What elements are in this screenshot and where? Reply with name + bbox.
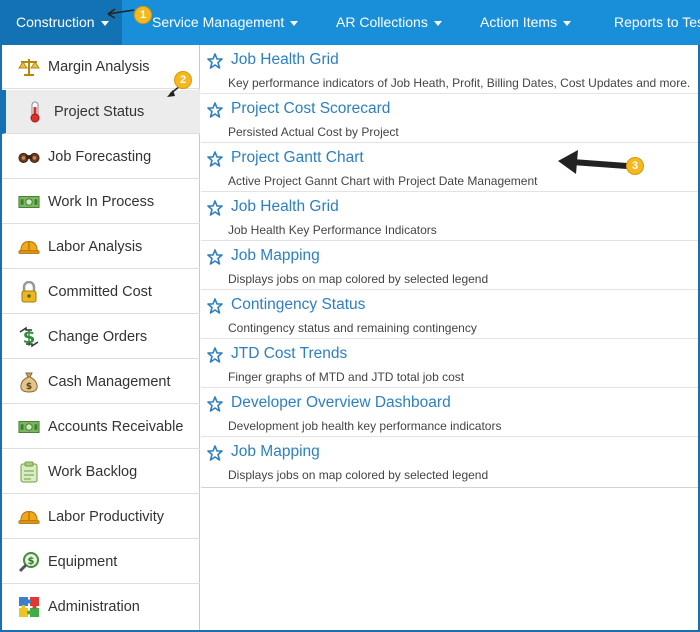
binoculars-icon [18, 146, 40, 168]
nav-ar-collections[interactable]: AR Collections [336, 0, 442, 45]
dollar-arrows-icon: $ [18, 326, 40, 348]
svg-text:$: $ [28, 556, 35, 567]
report-row[interactable]: JTD Cost Trends Finger graphs of MTD and… [201, 339, 698, 388]
star-icon[interactable] [207, 298, 223, 314]
sidebar-item-administration[interactable]: Administration [2, 585, 200, 629]
nav-reports-to-tes[interactable]: Reports to Tes [614, 0, 700, 45]
sidebar-item-label: Project Status [54, 103, 145, 120]
report-row[interactable]: Contingency Status Contingency status an… [201, 290, 698, 339]
nav-label: Construction [16, 14, 95, 30]
star-icon[interactable] [207, 249, 223, 265]
sidebar-item-change-orders[interactable]: $ Change Orders [2, 315, 200, 359]
report-title[interactable]: Contingency Status [231, 296, 365, 314]
report-title[interactable]: Developer Overview Dashboard [231, 394, 451, 412]
report-row[interactable]: Project Cost Scorecard Persisted Actual … [201, 94, 698, 143]
star-icon[interactable] [207, 151, 223, 167]
money-icon [18, 191, 40, 213]
sidebar-item-labor-productivity[interactable]: Labor Productivity [2, 495, 200, 539]
report-description: Displays jobs on map colored by selected… [228, 272, 489, 286]
report-description: Job Health Key Performance Indicators [228, 223, 437, 237]
sidebar-item-work-in-process[interactable]: Work In Process [2, 180, 200, 224]
money-icon [18, 416, 40, 438]
thermometer-icon [24, 101, 46, 123]
report-description: Development job health key performance i… [228, 419, 502, 433]
callout-badge: 3 [626, 157, 644, 175]
hardhat-icon [18, 506, 40, 528]
report-title[interactable]: Job Health Grid [231, 51, 339, 69]
top-navigation: Construction Service Management AR Colle… [0, 0, 700, 45]
scales-icon [18, 56, 40, 78]
callout-badge: 1 [134, 6, 152, 24]
report-title[interactable]: Job Health Grid [231, 198, 339, 216]
clipboard-icon [18, 461, 40, 483]
puzzle-icon [18, 596, 40, 618]
report-row[interactable]: Job Health Grid Job Health Key Performan… [201, 192, 698, 241]
sidebar-item-project-status[interactable]: Project Status [2, 90, 200, 134]
sidebar-item-equipment[interactable]: $ Equipment [2, 540, 200, 584]
magnifier-dollar-icon: $ [18, 551, 40, 573]
report-row[interactable]: Developer Overview Dashboard Development… [201, 388, 698, 437]
star-icon[interactable] [207, 200, 223, 216]
nav-label: Reports to Tes [614, 14, 700, 30]
report-row[interactable]: Project Gantt Chart Active Project Gannt… [201, 143, 698, 192]
sidebar-item-label: Change Orders [48, 328, 148, 345]
star-icon[interactable] [207, 53, 223, 69]
money-bag-icon: $ [18, 371, 40, 393]
nav-construction[interactable]: Construction [0, 0, 122, 45]
sidebar-item-label: Job Forecasting [48, 148, 152, 165]
sidebar-item-committed-cost[interactable]: Committed Cost [2, 270, 200, 314]
hardhat-icon [18, 236, 40, 258]
report-row[interactable]: Job Mapping Displays jobs on map colored… [201, 437, 698, 486]
star-icon[interactable] [207, 445, 223, 461]
nav-action-items[interactable]: Action Items [480, 0, 572, 45]
sidebar-item-job-forecasting[interactable]: Job Forecasting [2, 135, 200, 179]
sidebar-item-label: Margin Analysis [48, 58, 150, 75]
report-title[interactable]: Job Mapping [231, 443, 320, 461]
report-description: Contingency status and remaining conting… [228, 321, 477, 335]
report-description: Active Project Gannt Chart with Project … [228, 174, 538, 188]
sidebar-item-label: Accounts Receivable [48, 418, 184, 435]
sidebar-item-label: Work Backlog [48, 463, 138, 480]
caret-down-icon [563, 20, 572, 26]
sidebar-item-work-backlog[interactable]: Work Backlog [2, 450, 200, 494]
report-row[interactable]: Job Mapping Displays jobs on map colored… [201, 241, 698, 290]
sidebar-item-margin-analysis[interactable]: Margin Analysis [2, 45, 200, 89]
report-title[interactable]: Job Mapping [231, 247, 320, 265]
report-row[interactable]: Job Health Grid Key performance indicato… [201, 45, 698, 94]
caret-down-icon [290, 20, 299, 26]
sidebar-item-accounts-receivable[interactable]: Accounts Receivable [2, 405, 200, 449]
sidebar-item-label: Work In Process [48, 193, 155, 210]
sidebar-item-label: Cash Management [48, 373, 171, 390]
sidebar-item-label: Labor Analysis [48, 238, 143, 255]
sidebar-item-labor-analysis[interactable]: Labor Analysis [2, 225, 200, 269]
nav-service-management[interactable]: Service Management [152, 0, 299, 45]
nav-label: Action Items [480, 14, 558, 30]
sidebar: Margin Analysis Project Status Job Forec… [0, 45, 200, 632]
star-icon[interactable] [207, 102, 223, 118]
report-title[interactable]: Project Gantt Chart [231, 149, 364, 167]
report-description: Displays jobs on map colored by selected… [228, 468, 489, 482]
sidebar-item-label: Labor Productivity [48, 508, 165, 525]
sidebar-item-label: Committed Cost [48, 283, 152, 300]
sidebar-item-label: Equipment [48, 553, 118, 570]
report-title[interactable]: JTD Cost Trends [231, 345, 347, 363]
lock-icon [18, 280, 40, 303]
report-description: Finger graphs of MTD and JTD total job c… [228, 370, 465, 384]
caret-down-icon [433, 20, 442, 26]
report-description: Persisted Actual Cost by Project [228, 125, 399, 139]
caret-down-icon [100, 20, 109, 26]
star-icon[interactable] [207, 396, 223, 412]
svg-text:$: $ [26, 382, 32, 392]
nav-label: AR Collections [336, 14, 428, 30]
star-icon[interactable] [207, 347, 223, 363]
callout-badge: 2 [174, 71, 192, 89]
report-title[interactable]: Project Cost Scorecard [231, 100, 390, 118]
sidebar-item-cash-management[interactable]: $ Cash Management [2, 360, 200, 404]
nav-label: Service Management [152, 14, 285, 30]
report-description: Key performance indicators of Job Heath,… [228, 76, 691, 90]
sidebar-item-label: Administration [48, 599, 140, 615]
report-list: Job Health Grid Key performance indicato… [201, 45, 698, 488]
